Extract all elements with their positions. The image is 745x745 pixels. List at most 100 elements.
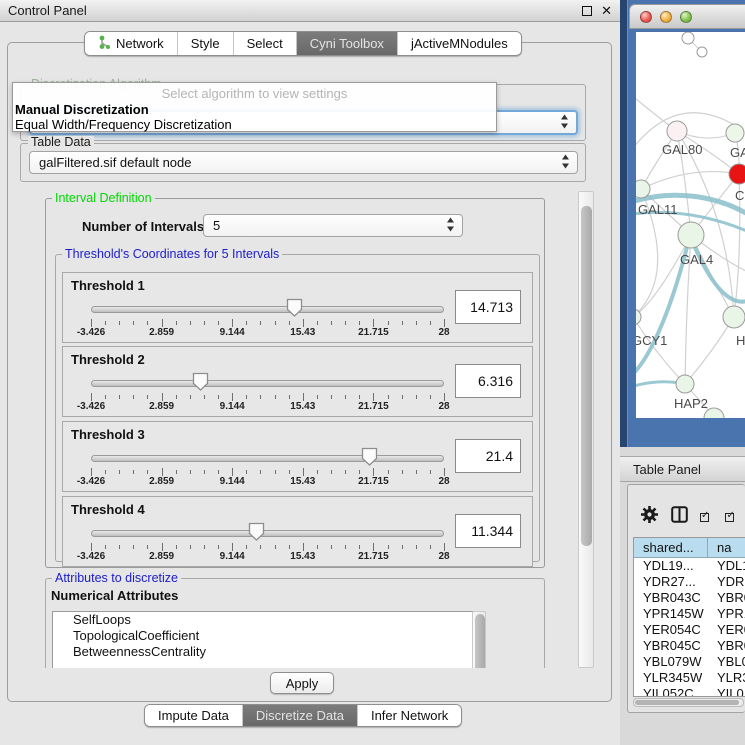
- column-header-shared-name[interactable]: shared...: [634, 538, 708, 557]
- GAL11-node[interactable]: [636, 180, 650, 198]
- numerical-attributes-heading: Numerical Attributes: [51, 588, 178, 603]
- table-row[interactable]: YBL079WYBL0: [634, 654, 745, 670]
- close-icon[interactable]: ✕: [601, 3, 612, 19]
- algorithm-option-manual[interactable]: Manual Discretization: [15, 102, 149, 117]
- attribute-list-item[interactable]: SelfLoops: [53, 612, 483, 628]
- node-attribute-table[interactable]: shared... na YDL19...YDL1YDR27...YDR2YBR…: [633, 537, 745, 697]
- cell-shared-name[interactable]: YBR043C: [634, 590, 708, 606]
- mac-zoom-icon[interactable]: [680, 11, 692, 23]
- checkbox-icon[interactable]: [725, 513, 734, 522]
- threshold-value-field[interactable]: 14.713: [455, 290, 521, 324]
- gear-icon[interactable]: [640, 505, 659, 529]
- table-row[interactable]: YBR043CYBR0: [634, 590, 745, 606]
- cell-shared-name[interactable]: YPR145W: [634, 606, 708, 622]
- control-panel-window: Control Panel ✕ NetworkStyleSelectCyni T…: [0, 0, 620, 745]
- top-right-node[interactable]: [726, 124, 744, 142]
- slider-track[interactable]: [91, 530, 444, 537]
- slider-tick-labels: -3.4262.8599.14415.4321.71528: [91, 476, 444, 487]
- network-edge[interactable]: [685, 317, 734, 384]
- cell-name[interactable]: YBL0: [708, 654, 745, 670]
- cell-name[interactable]: YBR0: [708, 590, 745, 606]
- numerical-attributes-list[interactable]: SelfLoopsTopologicalCoefficientBetweenne…: [52, 611, 484, 668]
- tab-select[interactable]: Select: [234, 32, 297, 55]
- slider-thumb[interactable]: [361, 447, 378, 471]
- tab-style[interactable]: Style: [178, 32, 234, 55]
- faint-top-2[interactable]: [697, 47, 707, 57]
- cell-name[interactable]: YER0: [708, 622, 745, 638]
- threshold-slider[interactable]: -3.4262.8599.14415.4321.71528: [91, 521, 444, 561]
- right-node[interactable]: [723, 306, 745, 328]
- cell-shared-name[interactable]: YDL19...: [634, 558, 708, 574]
- table-row[interactable]: YDR27...YDR2: [634, 574, 745, 590]
- table-horizontal-scrollbar[interactable]: [633, 698, 744, 707]
- network-edge[interactable]: [641, 172, 739, 189]
- table-row[interactable]: YIL052CYIL0: [634, 686, 745, 697]
- tab-infer-network[interactable]: Infer Network: [358, 705, 461, 726]
- threshold-value-field[interactable]: 6.316: [455, 364, 521, 398]
- cell-shared-name[interactable]: YBL079W: [634, 654, 708, 670]
- table-data-group-title: Table Data: [28, 136, 94, 149]
- settings-scrollbar[interactable]: [578, 191, 594, 668]
- number-of-intervals-combobox[interactable]: 5: [203, 214, 463, 237]
- slider-thumb[interactable]: [192, 372, 209, 396]
- threshold-slider[interactable]: -3.4262.8599.14415.4321.71528: [91, 297, 444, 337]
- attributes-list-scrollbar[interactable]: [472, 611, 486, 668]
- apply-button[interactable]: Apply: [270, 672, 334, 694]
- slider-thumb[interactable]: [286, 298, 303, 322]
- cell-name[interactable]: YDR2: [708, 574, 745, 590]
- network-canvas[interactable]: GAL80GACGAL11GAL4GCY1HHAP2: [636, 32, 745, 418]
- cell-shared-name[interactable]: YER054C: [634, 622, 708, 638]
- tab-cyni-toolbox[interactable]: Cyni Toolbox: [297, 32, 398, 55]
- threshold-slider[interactable]: -3.4262.8599.14415.4321.71528: [91, 371, 444, 411]
- attribute-list-item[interactable]: TopologicalCoefficient: [53, 628, 483, 644]
- table-row[interactable]: YER054CYER0: [634, 622, 745, 638]
- slider-track[interactable]: [91, 306, 444, 313]
- table-row[interactable]: YBR045CYBR0: [634, 638, 745, 654]
- cell-shared-name[interactable]: YIL052C: [634, 686, 708, 697]
- HAP2-node[interactable]: [676, 375, 694, 393]
- cell-name[interactable]: YDL1: [708, 558, 745, 574]
- interval-definition-title: Interval Definition: [52, 192, 155, 205]
- faint-top-1[interactable]: [682, 32, 694, 44]
- checkbox-icon[interactable]: [700, 513, 709, 522]
- tab-impute-data[interactable]: Impute Data: [145, 705, 243, 726]
- threshold-block: Threshold 1 -3.4262.8599.14415.4321.71528…: [62, 272, 533, 343]
- cell-name[interactable]: YLR3: [708, 670, 745, 686]
- network-edge[interactable]: [691, 235, 734, 317]
- tab-jactivemnodules[interactable]: jActiveMNodules: [398, 32, 521, 55]
- mac-close-icon[interactable]: [640, 11, 652, 23]
- table-row[interactable]: YLR345WYLR3: [634, 670, 745, 686]
- cell-shared-name[interactable]: YLR345W: [634, 670, 708, 686]
- red-node[interactable]: [729, 164, 745, 184]
- table-row[interactable]: YDL19...YDL1: [634, 558, 745, 574]
- cell-shared-name[interactable]: YDR27...: [634, 574, 708, 590]
- threshold-value-field[interactable]: 21.4: [455, 439, 521, 473]
- tab-network[interactable]: Network: [85, 32, 178, 55]
- threshold-value-field[interactable]: 11.344: [455, 514, 521, 548]
- number-of-intervals-label: Number of Intervals: [82, 219, 204, 234]
- GAL80-node[interactable]: [667, 121, 687, 141]
- column-header-name[interactable]: na: [708, 538, 745, 557]
- attributes-group-title: Attributes to discretize: [52, 572, 181, 585]
- algorithm-option-equal-width[interactable]: Equal Width/Frequency Discretization: [15, 117, 232, 132]
- cell-name[interactable]: YBR0: [708, 638, 745, 654]
- GAL4-node[interactable]: [678, 222, 704, 248]
- mac-minimize-icon[interactable]: [660, 11, 672, 23]
- tab-discretize-data[interactable]: Discretize Data: [243, 705, 358, 726]
- cell-name[interactable]: YPR1: [708, 606, 745, 622]
- table-row[interactable]: YPR145WYPR1: [634, 606, 745, 622]
- threshold-label: Threshold 1: [71, 278, 145, 293]
- attribute-list-item[interactable]: BetweennessCentrality: [53, 644, 483, 660]
- table-data-combobox[interactable]: galFiltered.sif default node: [29, 151, 578, 174]
- float-window-icon[interactable]: [582, 6, 592, 16]
- algorithm-dropdown-popup: Select algorithm to view settings Manual…: [12, 82, 497, 132]
- table-data-combobox-value: galFiltered.sif default node: [39, 155, 191, 170]
- slider-thumb[interactable]: [248, 522, 265, 546]
- cell-name[interactable]: YIL0: [708, 686, 745, 697]
- cell-shared-name[interactable]: YBR045C: [634, 638, 708, 654]
- node-label-HAP2: HAP2: [674, 396, 708, 411]
- split-column-icon[interactable]: [671, 506, 688, 528]
- slider-track[interactable]: [91, 380, 444, 387]
- slider-track[interactable]: [91, 455, 444, 462]
- threshold-slider[interactable]: -3.4262.8599.14415.4321.71528: [91, 446, 444, 486]
